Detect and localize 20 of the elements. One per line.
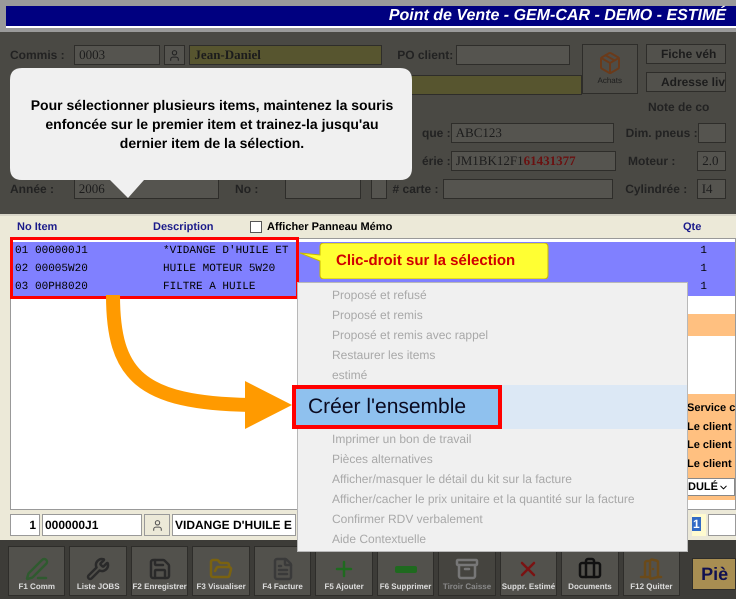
table-cell-text: FILTRE A HUILE [163, 280, 256, 295]
note-line: Service c [687, 401, 735, 416]
table-cell-text: 1 [700, 280, 708, 295]
callout-text: Clic-droit sur la sélection [336, 250, 516, 271]
table-cell-text: 03 [14, 280, 30, 295]
table-cell-text: 02 [14, 262, 30, 277]
table-cell-text: HUILE MOTEUR 5W20 [163, 262, 276, 277]
table-cell-text: 00005W20 [35, 262, 89, 277]
table-cell-text: *VIDANGE D'HUILE ET [163, 244, 288, 259]
tip-text: Pour sélectionner plusieurs items, maintenez la souris enfoncée sur le premier item et trainez-la jusqu'au dernier item de la sélection. [30, 96, 394, 153]
table-cell-text: 1 [700, 262, 708, 277]
table-cell-text: 000000J1 [35, 244, 89, 259]
table-cell-text: 1 [700, 244, 708, 259]
column-header: Description [153, 220, 215, 235]
table-cell-text: 00PH8020 [35, 280, 89, 295]
window-title: Point de Vente - GEM-CAR - DEMO - ESTIMÉ [388, 4, 726, 26]
column-header: No Item [16, 220, 58, 235]
column-header: Qte [683, 220, 702, 235]
table-cell-text: 01 [14, 244, 30, 259]
checkbox-label: Afficher Panneau Mémo [267, 220, 392, 235]
